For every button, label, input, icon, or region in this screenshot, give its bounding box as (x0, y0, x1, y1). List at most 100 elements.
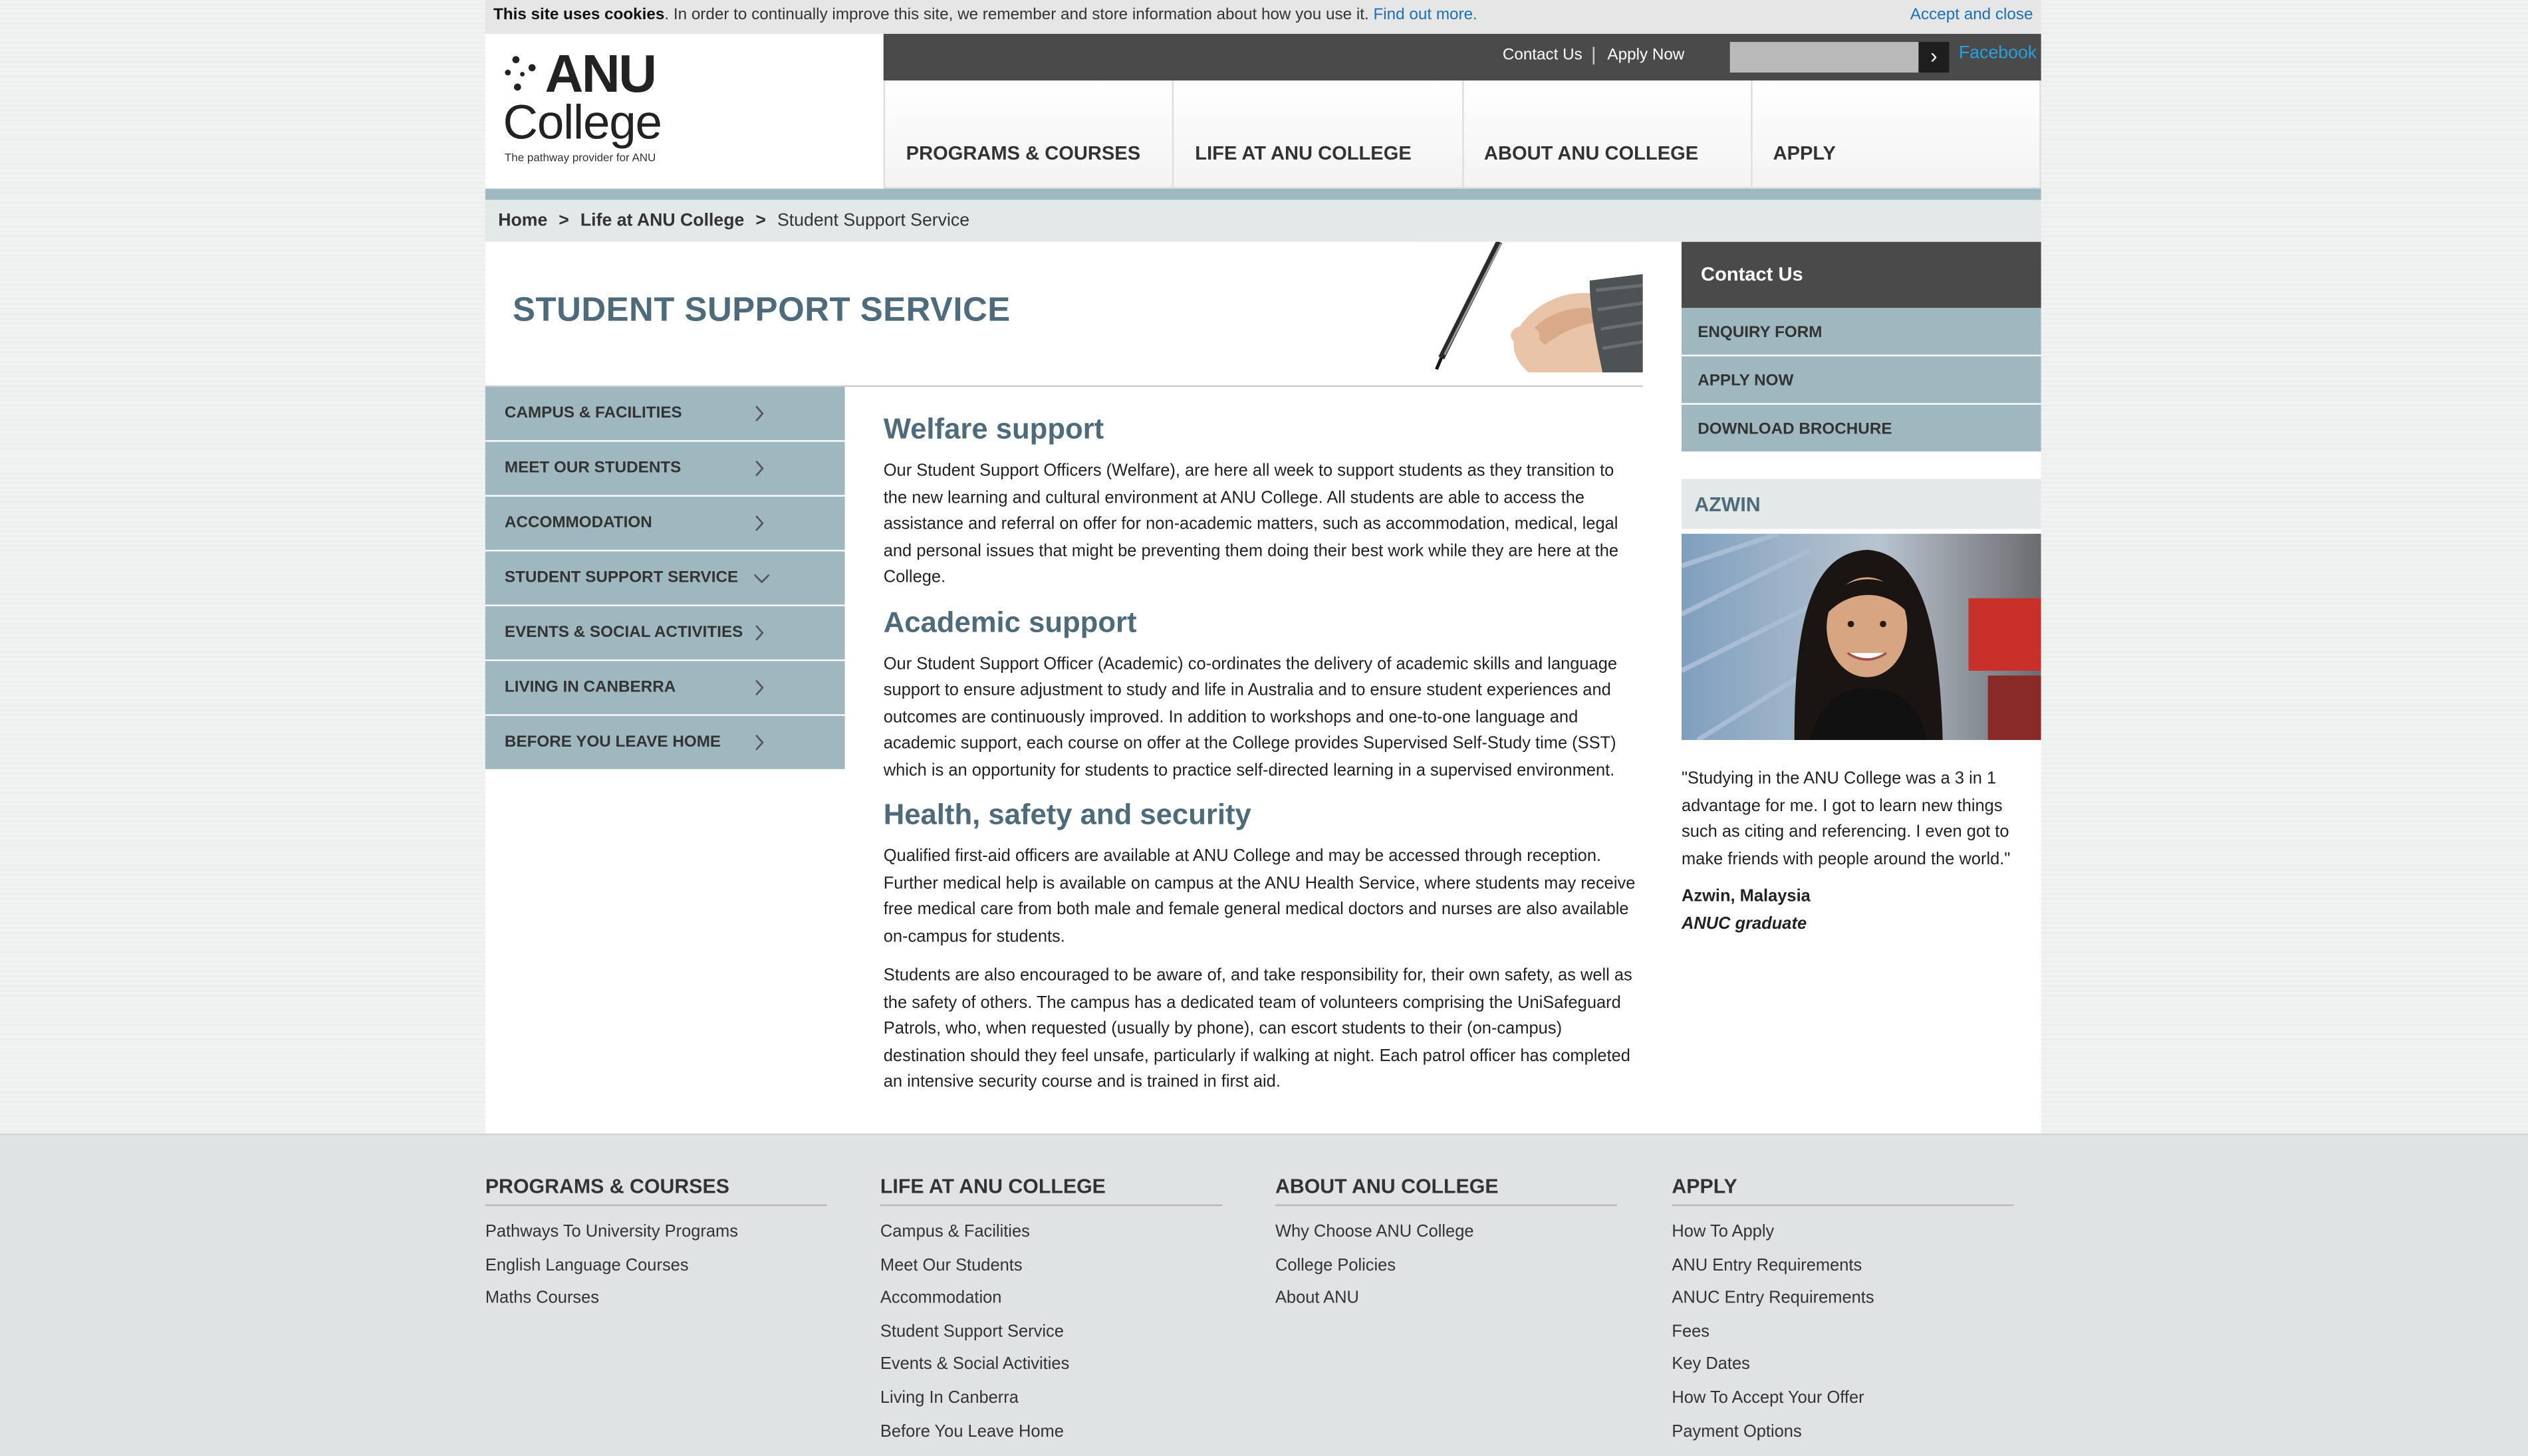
nav-programs-courses[interactable]: PROGRAMS & COURSES (883, 80, 1173, 189)
sidebar-contact-heading: Contact Us (1681, 241, 2041, 308)
subnav-item-label: EVENTS & SOCIAL ACTIVITIES (504, 624, 743, 642)
hand-writing-image (1415, 241, 1643, 373)
chevron-right-icon (755, 515, 764, 531)
footer-link[interactable]: College Policies (1275, 1249, 1617, 1282)
main-navigation: PROGRAMS & COURSES LIFE AT ANU COLLEGE A… (883, 80, 2041, 189)
nav-about-anu-college[interactable]: ABOUT ANU COLLEGE (1461, 80, 1751, 189)
footer-column-about: ABOUT ANU COLLEGE Why Choose ANU College… (1275, 1175, 1617, 1315)
welfare-heading: Welfare support (883, 412, 1104, 445)
student-quote: "Studying in the ANU College was a 3 in … (1681, 769, 2011, 868)
footer-heading: LIFE AT ANU COLLEGE (880, 1175, 1222, 1207)
footer-column-life: LIFE AT ANU COLLEGE Campus & Facilities … (880, 1175, 1222, 1448)
breadcrumb-separator: > (755, 211, 766, 231)
chevron-right-icon (755, 625, 764, 641)
footer-link[interactable]: Key Dates (1672, 1348, 2013, 1382)
welfare-paragraph: Our Student Support Officers (Welfare), … (883, 461, 1619, 587)
student-name: Azwin, Malaysia (1681, 886, 1811, 906)
utility-bar: Contact Us Apply Now › Facebook (883, 33, 2041, 81)
search-input[interactable] (1729, 42, 1920, 73)
logo-college-text: College (503, 96, 662, 150)
breadcrumb: Home > Life at ANU College > Student Support… (485, 199, 2041, 242)
academic-paragraph: Our Student Support Officer (Academic) c… (883, 654, 1618, 780)
health-paragraph-1: Qualified first-aid officers are availab… (883, 846, 1636, 946)
find-out-more-link[interactable]: Find out more. (1373, 7, 1477, 25)
subnav-item-meet-our-students[interactable]: MEET OUR STUDENTS (485, 441, 845, 497)
breadcrumb-current: Student Support Service (777, 211, 970, 231)
breadcrumb-separator: > (559, 211, 569, 231)
health-paragraph-2: Students are also encouraged to be aware… (883, 965, 1632, 1092)
footer-link[interactable]: How To Apply (1672, 1216, 2013, 1249)
chevron-right-icon (755, 735, 764, 751)
student-portrait-image (1681, 533, 2041, 741)
chevron-right-icon (755, 460, 764, 477)
chevron-down-icon (753, 574, 770, 584)
student-role: ANUC graduate (1681, 914, 1807, 934)
student-profile-heading: AZWIN (1681, 479, 2041, 529)
subnav-item-events-social-activities[interactable]: EVENTS & SOCIAL ACTIVITIES (485, 606, 845, 662)
search-submit-button[interactable]: › (1918, 42, 1950, 73)
footer-link[interactable]: ANUC Entry Requirements (1672, 1282, 2013, 1315)
breadcrumb-life[interactable]: Life at ANU College (580, 211, 745, 231)
main-content: Welfare support Our Student Support Offi… (884, 411, 1638, 1108)
nav-life-at-anu-college[interactable]: LIFE AT ANU COLLEGE (1172, 80, 1461, 189)
subnav-item-accommodation[interactable]: ACCOMMODATION (485, 496, 845, 552)
footer-link[interactable]: Meet Our Students (880, 1249, 1222, 1282)
sidebar-contact-links: ENQUIRY FORM APPLY NOW DOWNLOAD BROCHURE (1681, 308, 2041, 453)
subnav-item-label: CAMPUS & FACILITIES (504, 404, 682, 423)
southern-cross-icon (505, 56, 536, 91)
apply-now-sidebar-link[interactable]: APPLY NOW (1681, 356, 2041, 405)
facebook-link[interactable]: Facebook (1959, 43, 2037, 62)
chevron-right-icon (755, 679, 764, 696)
footer-link[interactable]: Fees (1672, 1315, 2013, 1348)
subnav-item-label: MEET OUR STUDENTS (504, 459, 682, 477)
download-brochure-link[interactable]: DOWNLOAD BROCHURE (1681, 404, 2041, 453)
logo-anu-text: ANU (545, 43, 657, 104)
subnav-item-label: LIVING IN CANBERRA (504, 679, 676, 697)
section-subnav: CAMPUS & FACILITIES MEET OUR STUDENTS AC… (485, 387, 845, 771)
footer-link[interactable]: Before You Leave Home (880, 1415, 1222, 1448)
cookie-banner-text: . In order to continually improve this s… (664, 6, 1369, 25)
header-accent-strip (485, 188, 2041, 200)
footer-link[interactable]: Living In Canberra (880, 1382, 1222, 1415)
subnav-item-label: STUDENT SUPPORT SERVICE (504, 569, 739, 587)
apply-now-link[interactable]: Apply Now (1607, 47, 1684, 64)
footer-link[interactable]: ANU Entry Requirements (1672, 1249, 2013, 1282)
health-heading: Health, safety and security (883, 798, 1251, 830)
chevron-right-icon (755, 406, 764, 422)
footer-column-programs: PROGRAMS & COURSES Pathways To Universit… (485, 1175, 827, 1315)
subnav-item-campus-facilities[interactable]: CAMPUS & FACILITIES (485, 387, 845, 442)
subnav-item-student-support-service[interactable]: STUDENT SUPPORT SERVICE (485, 551, 845, 606)
breadcrumb-home[interactable]: Home (498, 211, 547, 231)
academic-heading: Academic support (883, 605, 1137, 638)
page-title: STUDENT SUPPORT SERVICE (513, 291, 1011, 329)
footer-link[interactable]: English Language Courses (485, 1249, 827, 1282)
footer-link[interactable]: About ANU (1275, 1282, 1617, 1315)
cookie-banner: This site uses cookies. In order to cont… (485, 0, 2041, 34)
nav-apply[interactable]: APPLY (1750, 80, 2041, 189)
subnav-item-before-you-leave-home[interactable]: BEFORE YOU LEAVE HOME (485, 715, 845, 771)
subnav-item-label: ACCOMMODATION (504, 514, 652, 533)
anu-college-logo[interactable]: ANU College The pathway provider for ANU (503, 43, 681, 171)
footer-link[interactable]: Campus & Facilities (880, 1216, 1222, 1249)
accept-cookies-link[interactable]: Accept and close (1910, 0, 2033, 33)
footer-link[interactable]: Why Choose ANU College (1275, 1216, 1617, 1249)
footer-heading: PROGRAMS & COURSES (485, 1175, 827, 1207)
logo-tagline: The pathway provider for ANU (504, 153, 656, 165)
footer-link[interactable]: Student Support Service (880, 1315, 1222, 1348)
contact-us-link[interactable]: Contact Us (1503, 47, 1582, 64)
footer-link[interactable]: Events & Social Activities (880, 1348, 1222, 1382)
footer-link[interactable]: Maths Courses (485, 1282, 827, 1315)
footer-link[interactable]: Accommodation (880, 1282, 1222, 1315)
footer: PROGRAMS & COURSES Pathways To Universit… (0, 1133, 2528, 1456)
footer-heading: APPLY (1672, 1175, 2014, 1207)
cookie-banner-bold: This site uses cookies (493, 6, 665, 25)
footer-link[interactable]: How To Accept Your Offer (1672, 1382, 2013, 1415)
footer-heading: ABOUT ANU COLLEGE (1275, 1175, 1617, 1207)
enquiry-form-link[interactable]: ENQUIRY FORM (1681, 308, 2041, 356)
footer-link[interactable]: Pathways To University Programs (485, 1216, 827, 1249)
subnav-item-label: BEFORE YOU LEAVE HOME (504, 733, 721, 752)
subnav-item-living-in-canberra[interactable]: LIVING IN CANBERRA (485, 661, 845, 716)
footer-link[interactable]: Payment Options (1672, 1415, 2013, 1448)
footer-column-apply: APPLY How To Apply ANU Entry Requirement… (1672, 1175, 2014, 1448)
utility-separator (1592, 47, 1595, 65)
